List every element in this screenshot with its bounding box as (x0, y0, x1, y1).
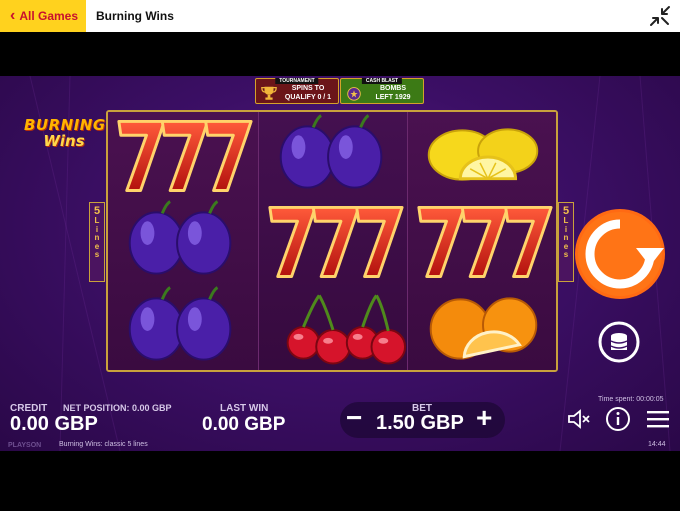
top-bar: ‹ All Games Burning Wins (0, 0, 680, 32)
lines-indicator-left: 5 L i n e s (89, 202, 105, 282)
plum-symbol (259, 112, 409, 198)
cash-blast-line1: BOMBS (379, 85, 407, 92)
menu-icon[interactable] (645, 406, 671, 432)
reel-2 (258, 112, 408, 370)
seven-symbol (108, 112, 258, 198)
chevron-left-icon: ‹ (10, 7, 16, 24)
cash-blast-widget[interactable]: CASH BLAST BOMBS LEFT 1929 (340, 78, 424, 104)
game-info-text: Burning Wins: classic 5 lines (59, 441, 148, 448)
game-title: Burning Wins (96, 9, 174, 23)
lines-indicator-right: 5 L i n e s (558, 202, 574, 282)
time-spent: Time spent: 00:00:05 (598, 396, 664, 403)
last-win-value: 0.00 GBP (202, 414, 286, 435)
reel-3 (408, 112, 556, 370)
bomb-icon (347, 86, 361, 101)
plum-symbol (108, 284, 258, 370)
trophy-icon (261, 86, 277, 100)
reels-frame (106, 110, 558, 372)
cherry-symbol (259, 284, 409, 370)
plum-symbol (108, 198, 258, 284)
sound-muted-icon[interactable] (566, 406, 592, 432)
last-win-label: LAST WIN (220, 403, 269, 414)
bet-increase-button[interactable]: + (476, 404, 492, 432)
info-icon[interactable] (605, 406, 631, 432)
collapse-fullscreen-icon[interactable] (648, 4, 672, 28)
cash-blast-tag: CASH BLAST (361, 78, 403, 84)
reel-1 (108, 112, 258, 370)
tournament-tag: TOURNAMENT (275, 78, 319, 84)
seven-symbol (259, 198, 409, 284)
spin-button[interactable] (574, 208, 666, 300)
cash-blast-line2: LEFT 1929 (375, 94, 411, 101)
seven-symbol (408, 198, 556, 284)
orange-symbol (408, 284, 556, 370)
provider-logo: PLAYSON (8, 442, 42, 449)
all-games-button[interactable]: ‹ All Games (0, 0, 86, 32)
bet-decrease-button[interactable]: − (346, 404, 362, 432)
lemon-symbol (408, 112, 556, 198)
coins-autoplay-button[interactable] (598, 321, 640, 363)
tournament-line1: SPINS TO (291, 85, 325, 92)
all-games-label: All Games (19, 9, 79, 23)
tournament-line2: QUALIFY 0 / 1 (284, 94, 332, 101)
clock: 14:44 (648, 441, 666, 448)
net-position: NET POSITION: 0.00 GBP (63, 403, 172, 413)
game-logo: BURNING Wins (24, 116, 106, 150)
credit-value: 0.00 GBP (10, 413, 98, 435)
game-area: BURNING Wins TOURNAMENT SPINS TO QUALIFY… (0, 76, 680, 451)
bet-value: 1.50 GBP (376, 412, 464, 434)
tournament-widget[interactable]: TOURNAMENT SPINS TO QUALIFY 0 / 1 (255, 78, 339, 104)
